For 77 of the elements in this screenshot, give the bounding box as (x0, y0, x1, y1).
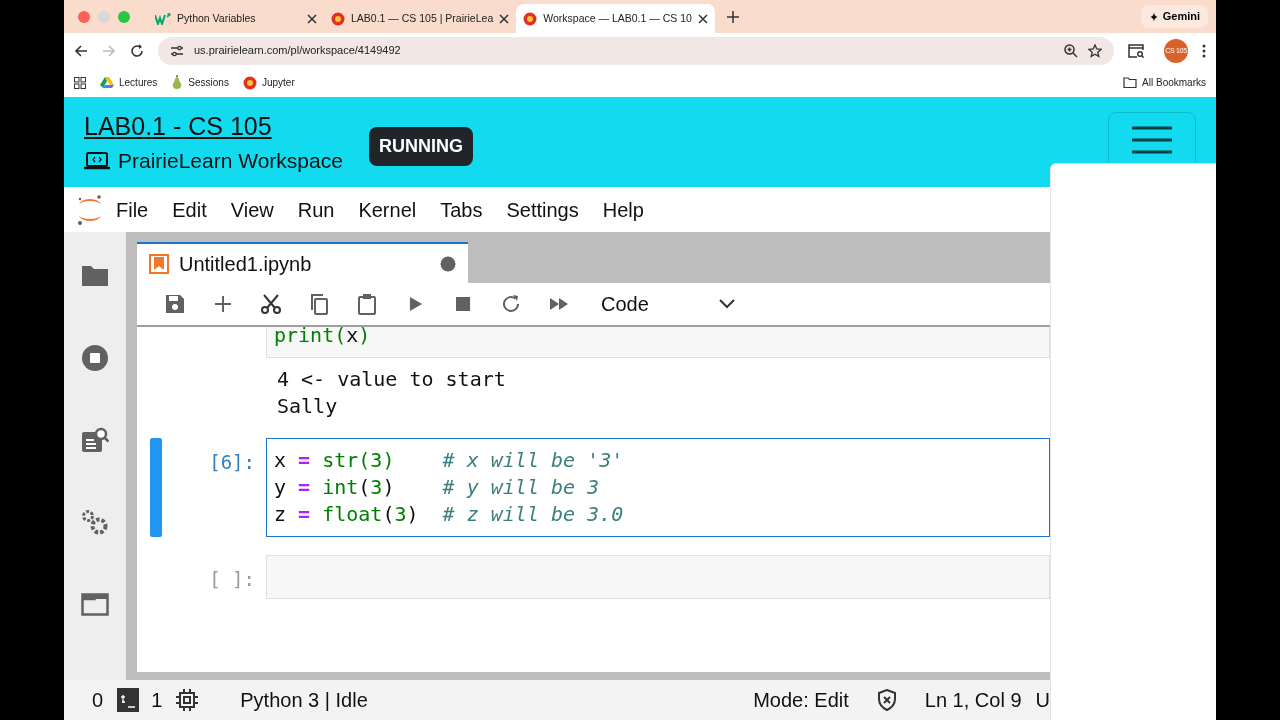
pear-icon (171, 75, 184, 90)
save-icon[interactable] (164, 293, 186, 315)
bookmark-link[interactable]: Sessions (171, 75, 229, 90)
bookmark-link[interactable]: All Bookmarks (1123, 75, 1206, 90)
kernel-status: Python 3 | Idle (240, 688, 368, 713)
address-bar[interactable]: us.prairielearn.com/pl/workspace/4149492 (158, 36, 1114, 65)
browser-tab[interactable]: Python Variables (148, 4, 324, 33)
menu-item[interactable]: Run (285, 194, 347, 225)
browser-tab[interactable]: LAB0.1 — CS 105 | PrairieLea (324, 4, 517, 33)
favicon-icon (155, 12, 171, 25)
close-icon[interactable] (499, 13, 510, 24)
stop-icon[interactable] (81, 344, 109, 372)
site-settings-icon[interactable] (170, 43, 184, 58)
menu-item[interactable]: View (218, 194, 286, 225)
title-link[interactable]: LAB0.1 - CS 105 (84, 107, 343, 145)
code-line: print(x) (274, 327, 372, 349)
menu-item[interactable]: Settings (494, 194, 591, 225)
bookmark-link[interactable]: Lectures (100, 75, 158, 90)
browser-tab[interactable]: Workspace — LAB0.1 — CS 10 (516, 4, 715, 33)
kernel-count: 1 (151, 688, 163, 713)
new-tab-icon[interactable] (726, 10, 739, 23)
restart-icon[interactable] (500, 293, 522, 315)
star-icon[interactable] (1088, 43, 1102, 58)
window-icon[interactable] (81, 590, 109, 618)
paste-icon[interactable] (356, 293, 378, 315)
mode-indicator: Mode: Edit (753, 688, 849, 713)
jupyter-logo-icon (76, 193, 104, 226)
cursor-position: Ln 1, Col 9 (924, 688, 1022, 713)
favicon-icon (331, 11, 345, 26)
output-text: Sally (277, 393, 339, 420)
code-editor[interactable]: x = str(3) # x will be '3' y = int(3) # y will be 3 z = float(3) # z will be 3.0 (266, 438, 1050, 537)
triangle-icon (100, 76, 114, 89)
cell-type-dropdown[interactable]: Code (601, 289, 735, 319)
menu-item[interactable]: Tabs (428, 194, 495, 225)
encoding-label: U (1035, 688, 1050, 713)
code-editor[interactable]: print(x) (266, 327, 1050, 358)
gears-icon[interactable] (81, 508, 109, 536)
chevron-down-icon (718, 299, 735, 309)
folder-icon (1123, 77, 1138, 88)
scissors-icon[interactable] (260, 293, 282, 315)
menu-icon (1132, 124, 1172, 157)
shield-icon[interactable] (876, 689, 897, 711)
favicon-icon (523, 11, 538, 26)
status-badge: RUNNING (368, 127, 473, 166)
gemini-button[interactable]: Gemini (1140, 5, 1208, 28)
menu-item[interactable]: Kernel (346, 194, 429, 225)
close-icon[interactable] (697, 13, 708, 24)
unsaved-dot-icon[interactable] (440, 255, 456, 272)
plus-icon[interactable] (212, 293, 234, 315)
terminal-count: 0 (92, 688, 104, 713)
more-icon[interactable] (1202, 43, 1206, 58)
close-icon[interactable] (307, 13, 317, 24)
notebook-tab[interactable]: Untitled1.ipynb (137, 242, 468, 283)
back-icon[interactable] (74, 43, 88, 58)
zoom-icon[interactable] (1064, 43, 1078, 58)
cpu-icon[interactable] (176, 689, 199, 711)
terminal-icon[interactable] (117, 688, 140, 712)
laptop-icon (84, 151, 110, 170)
reload-icon[interactable] (130, 43, 144, 58)
menu-item[interactable]: Help (590, 194, 656, 225)
menu-item[interactable]: File (104, 194, 161, 225)
bookmark-link[interactable]: Jupyter (242, 75, 295, 90)
output-text: 4 <- value to start (277, 366, 507, 393)
tab-search-icon[interactable] (1128, 43, 1144, 58)
notebook-icon (149, 253, 169, 274)
code-line: y = int(3) # y will be 3 (274, 474, 601, 501)
cell-prompt: [ ]: (209, 568, 255, 590)
flower-icon (242, 75, 257, 90)
apps-icon[interactable] (74, 76, 86, 89)
workspace-label: PrairieLearn Workspace (118, 148, 343, 174)
sparkle-icon (1148, 11, 1159, 22)
menu-item[interactable]: Edit (160, 194, 219, 225)
clipboard-search-icon[interactable] (81, 426, 109, 454)
copy-icon[interactable] (308, 293, 330, 315)
cell-prompt: [6]: (209, 451, 255, 473)
code-line: z = float(3) # z will be 3.0 (274, 501, 625, 528)
code-line: x = str(3) # x will be '3' (274, 447, 625, 474)
